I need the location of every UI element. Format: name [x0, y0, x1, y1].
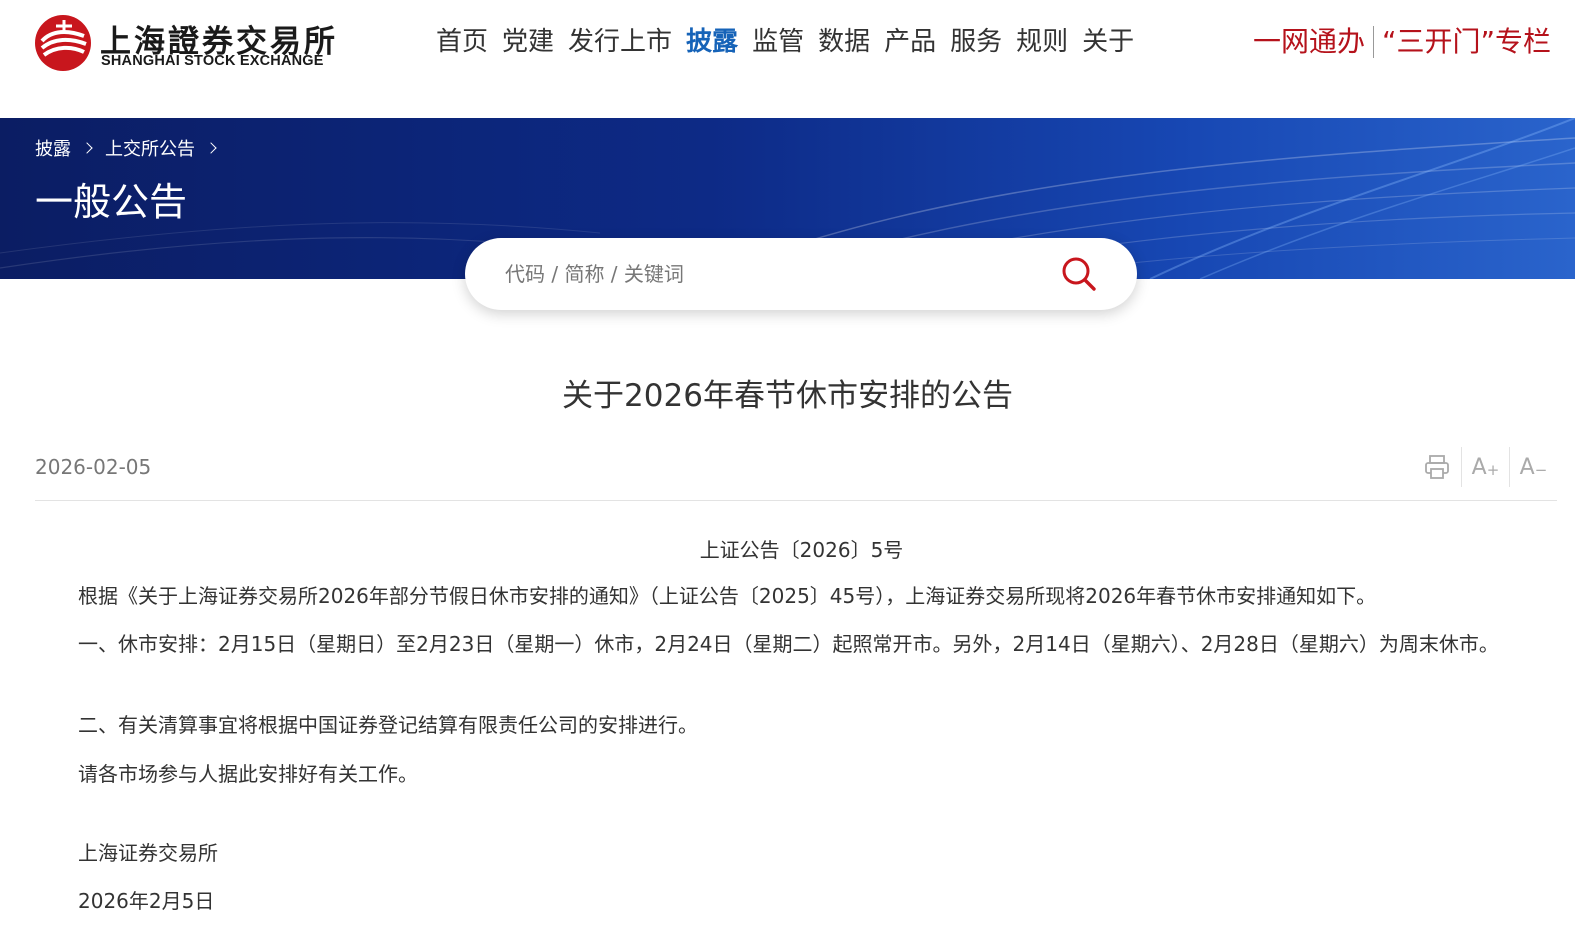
sse-logo-icon: [35, 15, 91, 71]
breadcrumb-disclosure[interactable]: 披露: [35, 135, 71, 161]
article-tools: A + A −: [1413, 447, 1557, 487]
sse-logo[interactable]: 上海證券交易所 SHANGHAI STOCK EXCHANGE: [34, 12, 335, 74]
article-signature: 上海证券交易所: [78, 841, 218, 865]
one-stop-service-link[interactable]: 一网通办: [1253, 22, 1365, 62]
article-paragraph: 二、有关清算事宜将根据中国证券登记结算有限责任公司的安排进行。: [78, 713, 698, 737]
publish-date: 2026-02-05: [35, 455, 152, 479]
print-icon: [1425, 455, 1449, 479]
chevron-right-icon: [205, 142, 217, 154]
font-increase-label: A: [1471, 454, 1487, 480]
three-open-doors-link[interactable]: “三开门”专栏: [1382, 22, 1551, 62]
search-icon[interactable]: [1059, 254, 1099, 294]
document-number: 上证公告〔2026〕5号: [699, 538, 904, 562]
plus-icon: +: [1486, 461, 1500, 479]
chevron-right-icon: [81, 142, 93, 154]
promo-links: 一网通办 “三开门”专栏: [1253, 22, 1551, 62]
search-input[interactable]: [505, 256, 1045, 292]
site-header: 上海證券交易所 SHANGHAI STOCK EXCHANGE 首页 党建 发行…: [0, 0, 1575, 118]
article-meta: 2026-02-05 A + A −: [35, 445, 1557, 501]
font-decrease-label: A: [1519, 454, 1535, 480]
breadcrumb: 披露 上交所公告: [35, 135, 229, 161]
article-paragraph: 请各市场参与人据此安排好有关工作。: [78, 762, 418, 786]
nav-home[interactable]: 首页: [436, 22, 488, 62]
print-button[interactable]: [1413, 447, 1461, 487]
nav-rules[interactable]: 规则: [1016, 22, 1068, 62]
article-paragraph: 一、休市安排：2月15日（星期日）至2月23日（星期一）休市，2月24日（星期二…: [78, 632, 1499, 656]
article-sign-date: 2026年2月5日: [78, 889, 215, 913]
search-box: [465, 238, 1137, 310]
logo-english-name: SHANGHAI STOCK EXCHANGE: [101, 53, 324, 69]
nav-data[interactable]: 数据: [818, 22, 870, 62]
nav-listing[interactable]: 发行上市: [568, 22, 672, 62]
nav-about[interactable]: 关于: [1082, 22, 1134, 62]
minus-icon: −: [1534, 461, 1548, 479]
nav-services[interactable]: 服务: [950, 22, 1002, 62]
page-title: 一般公告: [35, 180, 188, 224]
promo-divider: [1372, 26, 1374, 58]
main-nav: 首页 党建 发行上市 披露 监管 数据 产品 服务 规则 关于: [436, 22, 1148, 62]
font-decrease-button[interactable]: A −: [1509, 447, 1557, 487]
font-increase-button[interactable]: A +: [1461, 447, 1509, 487]
nav-products[interactable]: 产品: [884, 22, 936, 62]
article-paragraph: 根据《关于上海证券交易所2026年部分节假日休市安排的通知》（上证公告〔2025…: [78, 584, 1377, 608]
nav-regulation[interactable]: 监管: [752, 22, 804, 62]
nav-disclosure[interactable]: 披露: [686, 22, 738, 62]
breadcrumb-sse-announcements[interactable]: 上交所公告: [105, 135, 195, 161]
article-title: 关于2026年春节休市安排的公告: [562, 378, 1013, 414]
nav-party[interactable]: 党建: [502, 22, 554, 62]
